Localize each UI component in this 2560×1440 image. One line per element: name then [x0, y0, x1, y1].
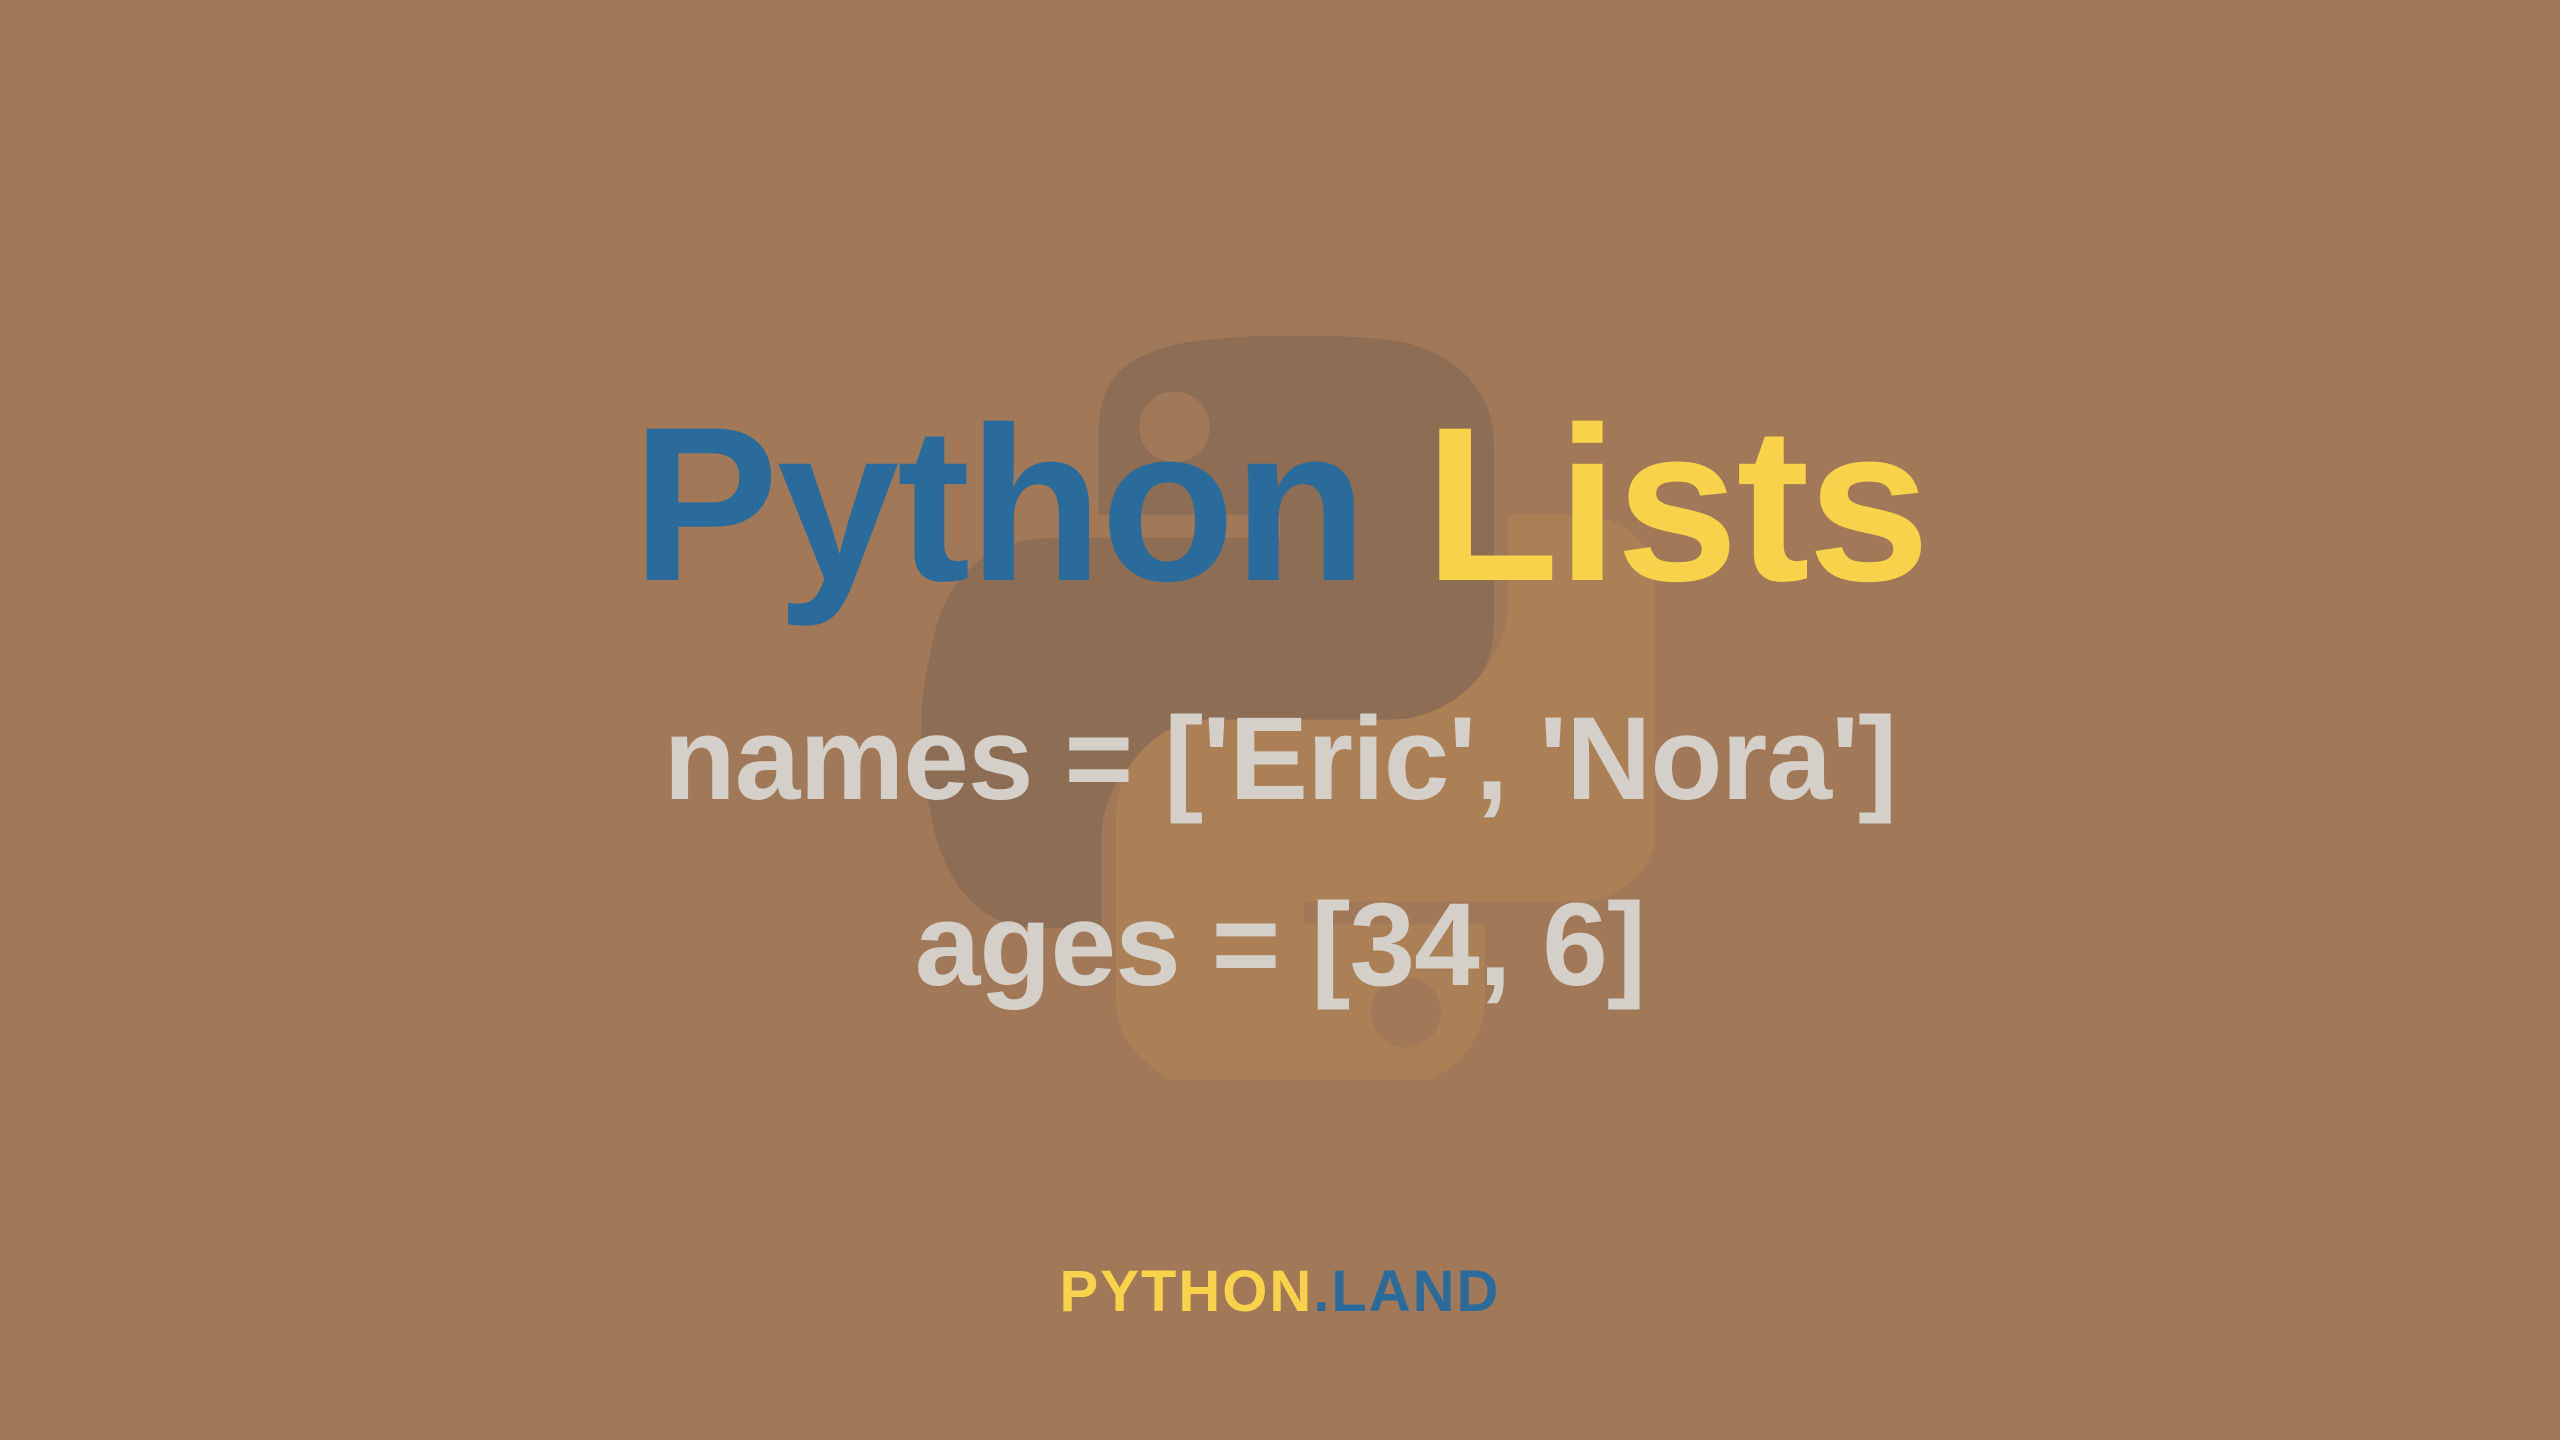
brand-word-land: LAND [1331, 1259, 1500, 1324]
brand-dot: . [1313, 1259, 1331, 1324]
title-word-lists: Lists [1425, 381, 1928, 627]
title-word-python: Python [632, 381, 1366, 627]
page-title: Python Lists [0, 378, 2560, 631]
brand-footer: PYTHON.LAND [1060, 1258, 1501, 1325]
main-content: Python Lists names = ['Eric', 'Nora'] ag… [0, 378, 2560, 1063]
brand-word-python: PYTHON [1060, 1259, 1314, 1324]
code-example-line-2: ages = [34, 6] [0, 877, 2560, 1013]
code-example-line-1: names = ['Eric', 'Nora'] [0, 691, 2560, 827]
